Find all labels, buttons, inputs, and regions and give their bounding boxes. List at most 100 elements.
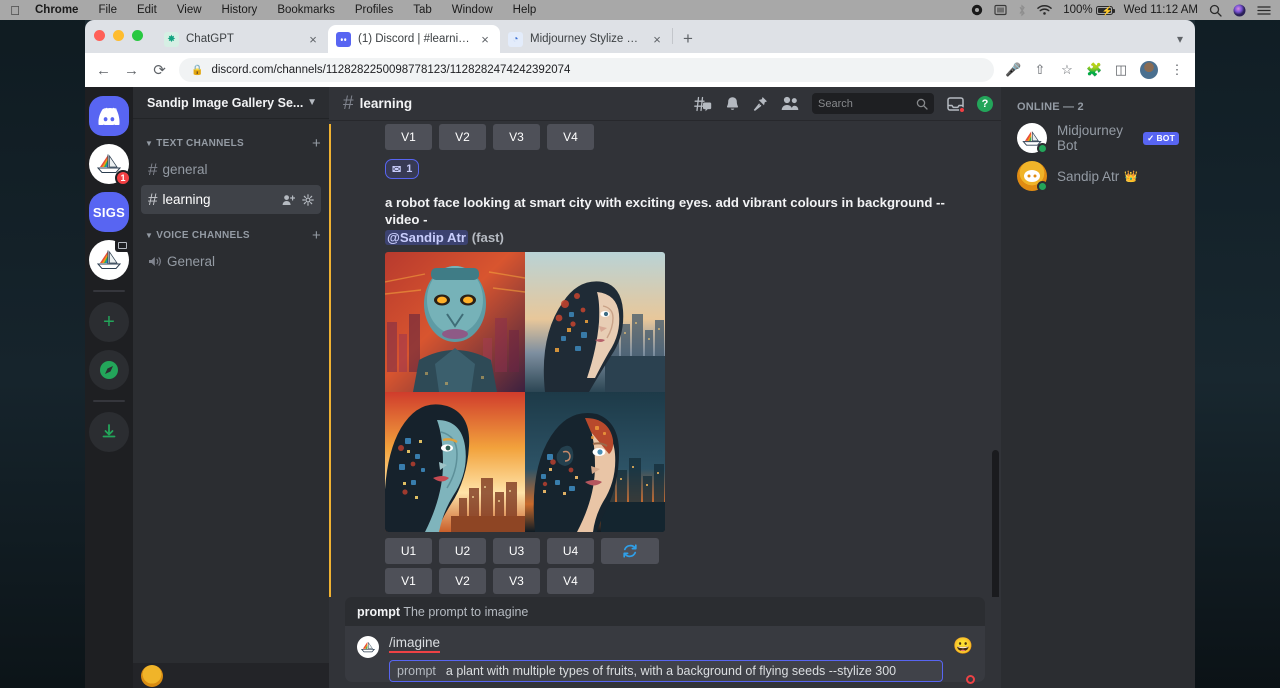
create-channel-icon[interactable]: + <box>312 227 321 244</box>
menu-file[interactable]: File <box>88 4 127 16</box>
battery-indicator[interactable]: 100% ⚡ <box>1063 4 1112 16</box>
notification-bell-icon[interactable] <box>725 96 740 112</box>
menu-tab[interactable]: Tab <box>403 4 442 16</box>
button-v3[interactable]: V3 <box>493 568 540 594</box>
button-u1[interactable]: U1 <box>385 538 432 564</box>
help-icon[interactable]: ? <box>977 96 993 112</box>
avatar[interactable] <box>1017 123 1047 153</box>
window-traffic-lights[interactable] <box>94 30 143 41</box>
message-scrollbar[interactable] <box>992 450 999 597</box>
sidebar-channel-general[interactable]: # general <box>141 155 321 184</box>
spotlight-search-icon[interactable] <box>1209 4 1222 17</box>
close-tab-icon[interactable]: × <box>478 32 492 47</box>
reload-icon[interactable]: ⟳ <box>151 61 168 79</box>
slash-command[interactable]: /imagine <box>389 635 440 653</box>
avatar[interactable] <box>1017 161 1047 191</box>
member-list-icon[interactable] <box>781 96 799 111</box>
button-v3[interactable]: V3 <box>493 124 540 150</box>
button-v1[interactable]: V1 <box>385 124 432 150</box>
button-v4[interactable]: V4 <box>547 568 594 594</box>
tabstrip-menu-icon[interactable]: ▾ <box>1177 32 1195 53</box>
create-channel-icon[interactable]: + <box>312 135 321 152</box>
siri-icon[interactable] <box>1233 4 1246 17</box>
minimize-window-button[interactable] <box>113 30 124 41</box>
new-tab-button[interactable]: + <box>674 29 702 53</box>
menu-history[interactable]: History <box>212 4 268 16</box>
menu-chrome[interactable]: Chrome <box>30 4 88 16</box>
message-reaction-top[interactable]: ✉ 1 <box>385 159 419 179</box>
message-input-box[interactable]: /imagine prompt a plant with multiple ty… <box>345 626 985 682</box>
create-invite-icon[interactable] <box>282 194 295 206</box>
member-row-midjourney-bot[interactable]: Midjourney Bot ✓BOT <box>1009 119 1187 157</box>
control-center-icon[interactable] <box>1257 5 1271 16</box>
message-scroll-area[interactable]: V1 V2 V3 V4 ✉ 1 a robot face looking at … <box>329 120 1001 597</box>
browser-tab-discord[interactable]: (1) Discord | #learning | Sandi × <box>328 25 500 53</box>
search-input[interactable]: Search <box>812 93 934 114</box>
bluetooth-icon[interactable] <box>1018 4 1026 17</box>
browser-tab-chatgpt[interactable]: ✸ ChatGPT × <box>156 25 328 53</box>
menu-window[interactable]: Window <box>442 4 503 16</box>
forward-icon[interactable]: → <box>123 62 140 79</box>
argument-value[interactable]: a plant with multiple types of fruits, w… <box>446 664 896 678</box>
member-row-sandip-atr[interactable]: Sandip Atr 👑 <box>1009 157 1187 195</box>
back-icon[interactable]: ← <box>95 62 112 79</box>
emoji-picker-icon[interactable]: 😀 <box>953 636 973 656</box>
mic-icon[interactable]: 🎤 <box>1005 62 1021 78</box>
menu-bookmarks[interactable]: Bookmarks <box>267 4 345 16</box>
record-icon[interactable] <box>971 4 983 16</box>
category-voice-channels[interactable]: ▼ VOICE CHANNELS + <box>133 224 329 246</box>
browser-tab-midjourney[interactable]: ◔ Midjourney Stylize Parameter × <box>500 25 672 53</box>
channel-settings-gear-icon[interactable] <box>302 194 314 206</box>
address-bar[interactable]: 🔒 discord.com/channels/11282822500987781… <box>179 58 994 82</box>
screen-mirroring-icon[interactable] <box>994 4 1007 16</box>
threads-icon[interactable] <box>694 96 712 112</box>
menu-edit[interactable]: Edit <box>127 4 167 16</box>
menu-view[interactable]: View <box>167 4 212 16</box>
button-u2[interactable]: U2 <box>439 538 486 564</box>
close-tab-icon[interactable]: × <box>306 32 320 47</box>
grid-image-2[interactable] <box>525 252 665 392</box>
inbox-icon[interactable] <box>947 96 964 112</box>
bookmark-star-icon[interactable]: ☆ <box>1059 62 1075 78</box>
user-panel[interactable] <box>133 663 329 688</box>
maximize-window-button[interactable] <box>132 30 143 41</box>
button-v2[interactable]: V2 <box>439 568 486 594</box>
current-user-avatar[interactable] <box>141 665 163 687</box>
menubar-clock[interactable]: Wed 11:12 AM <box>1124 4 1198 16</box>
profile-avatar[interactable] <box>1140 61 1158 79</box>
menu-profiles[interactable]: Profiles <box>345 4 403 16</box>
button-v2[interactable]: V2 <box>439 124 486 150</box>
discord-home-button[interactable] <box>89 96 129 136</box>
sidebar-channel-voice-general[interactable]: General <box>141 247 321 276</box>
chrome-menu-icon[interactable]: ⋮ <box>1169 62 1185 78</box>
button-v4[interactable]: V4 <box>547 124 594 150</box>
sidebar-channel-learning[interactable]: # learning <box>141 185 321 214</box>
server-icon-sailboat-1[interactable]: 1 <box>89 144 129 184</box>
reroll-refresh-button[interactable] <box>601 538 659 564</box>
close-window-button[interactable] <box>94 30 105 41</box>
share-icon[interactable]: ⇧ <box>1032 62 1048 78</box>
menu-help[interactable]: Help <box>503 4 547 16</box>
apple-menu-icon[interactable]:  <box>0 3 30 18</box>
side-panel-icon[interactable]: ◫ <box>1113 62 1129 78</box>
extensions-icon[interactable]: 🧩 <box>1086 62 1102 78</box>
server-header[interactable]: Sandip Image Gallery Se... ▼ <box>133 87 329 118</box>
close-tab-icon[interactable]: × <box>650 32 664 47</box>
pinned-messages-icon[interactable] <box>753 96 768 112</box>
chevron-down-icon[interactable]: ▼ <box>307 97 317 108</box>
button-u3[interactable]: U3 <box>493 538 540 564</box>
category-text-channels[interactable]: ▼ TEXT CHANNELS + <box>133 132 329 154</box>
grid-image-4[interactable] <box>525 392 665 532</box>
button-u4[interactable]: U4 <box>547 538 594 564</box>
grid-image-3[interactable] <box>385 392 525 532</box>
explore-servers-button[interactable] <box>89 350 129 390</box>
midjourney-image-grid[interactable] <box>385 252 665 532</box>
button-v1[interactable]: V1 <box>385 568 432 594</box>
grid-image-1[interactable] <box>385 252 525 392</box>
wifi-icon[interactable] <box>1037 4 1052 16</box>
command-argument-field[interactable]: prompt a plant with multiple types of fr… <box>389 660 943 682</box>
download-apps-button[interactable] <box>89 412 129 452</box>
add-server-button[interactable]: + <box>89 302 129 342</box>
server-icon-sailboat-2[interactable] <box>89 240 129 280</box>
user-mention[interactable]: @Sandip Atr <box>385 230 468 245</box>
